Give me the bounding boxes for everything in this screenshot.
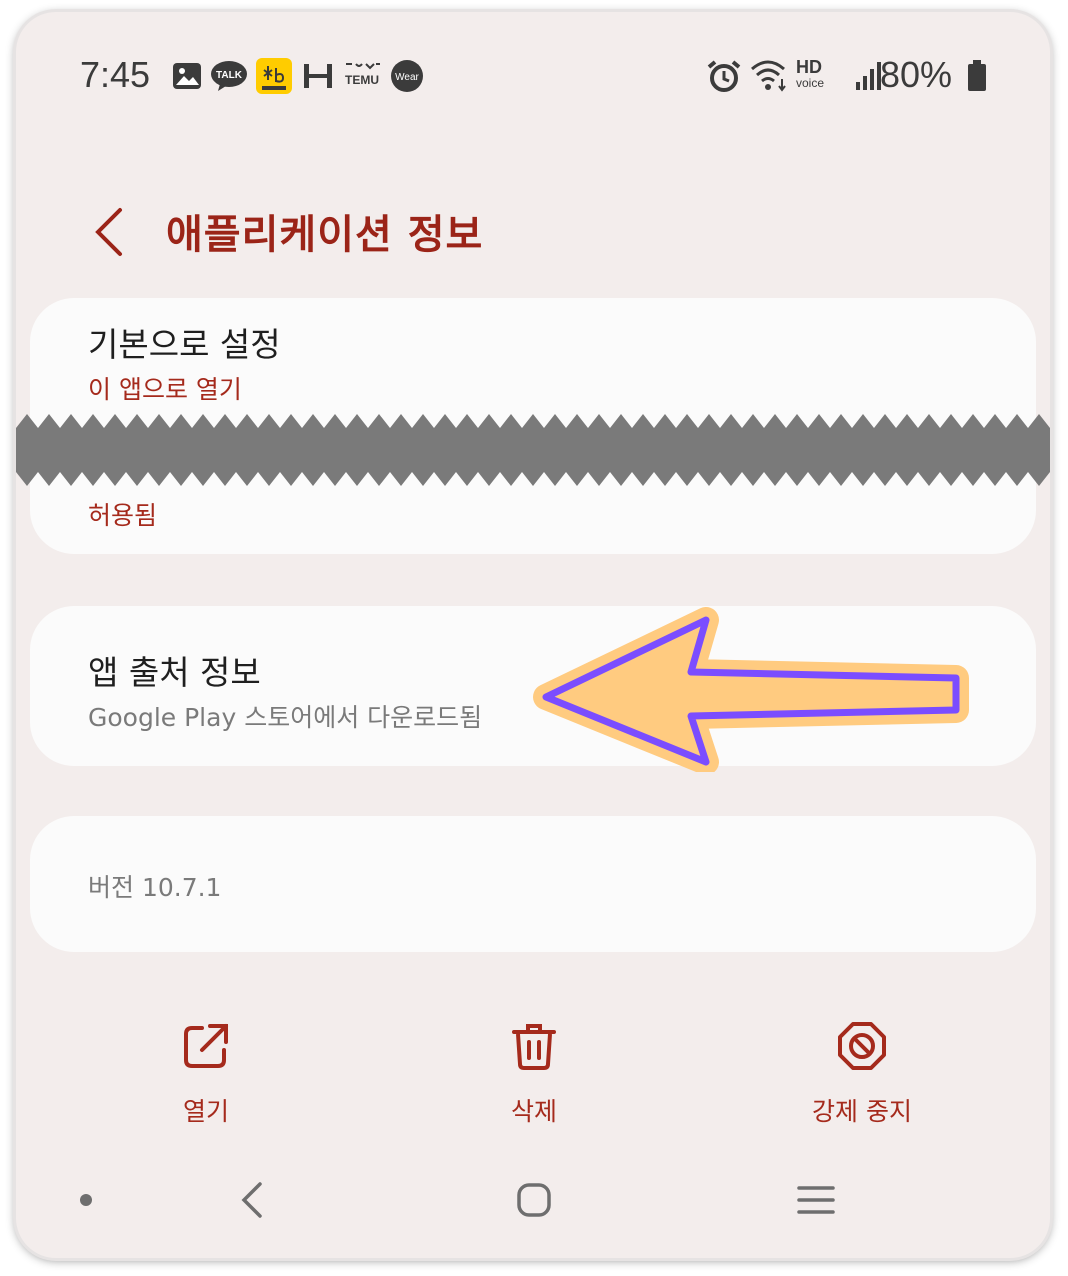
clock: 7:45 xyxy=(80,54,151,95)
app-source-title: 앱 출처 정보 xyxy=(88,653,261,692)
phone-screen: 7:45 TALK TEMU Wear HD voice 80% 애플리케이션 … xyxy=(16,12,1050,1258)
svg-text:TEMU: TEMU xyxy=(345,73,379,87)
page-title: 애플리케이션 정보 xyxy=(166,212,484,258)
app-bar: 애플리케이션 정보 xyxy=(16,182,1050,282)
open-label: 열기 xyxy=(182,1097,229,1126)
nav-recents-button[interactable] xyxy=(786,1178,846,1222)
open-with-app-subtitle: 이 앱으로 열기 xyxy=(88,375,242,404)
delete-button[interactable]: 삭제 xyxy=(454,1020,614,1128)
battery-icon xyxy=(966,60,988,92)
back-button[interactable] xyxy=(88,206,136,258)
stop-icon xyxy=(836,1020,888,1072)
nav-home-button[interactable] xyxy=(504,1178,564,1222)
redaction-band xyxy=(16,414,1050,486)
back-icon xyxy=(241,1182,262,1218)
alarm-icon xyxy=(706,60,742,92)
temu-icon: TEMU xyxy=(342,60,382,92)
svg-text:Wear: Wear xyxy=(395,72,419,83)
set-as-default-title: 기본으로 설정 xyxy=(88,325,281,364)
chevron-left-icon xyxy=(95,208,122,256)
gallery-icon xyxy=(172,60,202,92)
status-bar: 7:45 TALK TEMU Wear HD voice 80% xyxy=(16,12,1050,132)
version-card: 버전 10.7.1 xyxy=(30,816,1036,952)
home-icon xyxy=(517,1183,551,1217)
kakaotalk-icon: TALK xyxy=(210,60,248,92)
force-stop-button[interactable]: 강제 중지 xyxy=(782,1020,942,1128)
annotation-arrow-icon xyxy=(533,607,969,772)
open-button[interactable]: 열기 xyxy=(126,1020,286,1128)
battery-percentage: 80% xyxy=(880,54,953,95)
dot-icon xyxy=(56,1178,116,1222)
trash-icon xyxy=(508,1020,560,1072)
version-text: 버전 10.7.1 xyxy=(88,873,222,902)
recents-icon xyxy=(797,1186,835,1214)
hd-voice-indicator: HD voice xyxy=(796,57,825,90)
nav-back-button[interactable] xyxy=(222,1178,282,1222)
delete-label: 삭제 xyxy=(510,1097,557,1126)
kb-bank-icon xyxy=(256,58,292,94)
navigation-bar xyxy=(16,1162,1050,1242)
h-app-icon xyxy=(302,60,334,92)
allowed-status: 허용됨 xyxy=(88,501,158,530)
wifi-icon xyxy=(750,60,790,92)
app-source-subtitle: Google Play 스토어에서 다운로드됨 xyxy=(88,703,483,732)
force-stop-label: 강제 중지 xyxy=(812,1097,912,1126)
wear-icon: Wear xyxy=(390,60,424,92)
open-external-icon xyxy=(180,1020,232,1072)
svg-text:TALK: TALK xyxy=(216,70,243,81)
